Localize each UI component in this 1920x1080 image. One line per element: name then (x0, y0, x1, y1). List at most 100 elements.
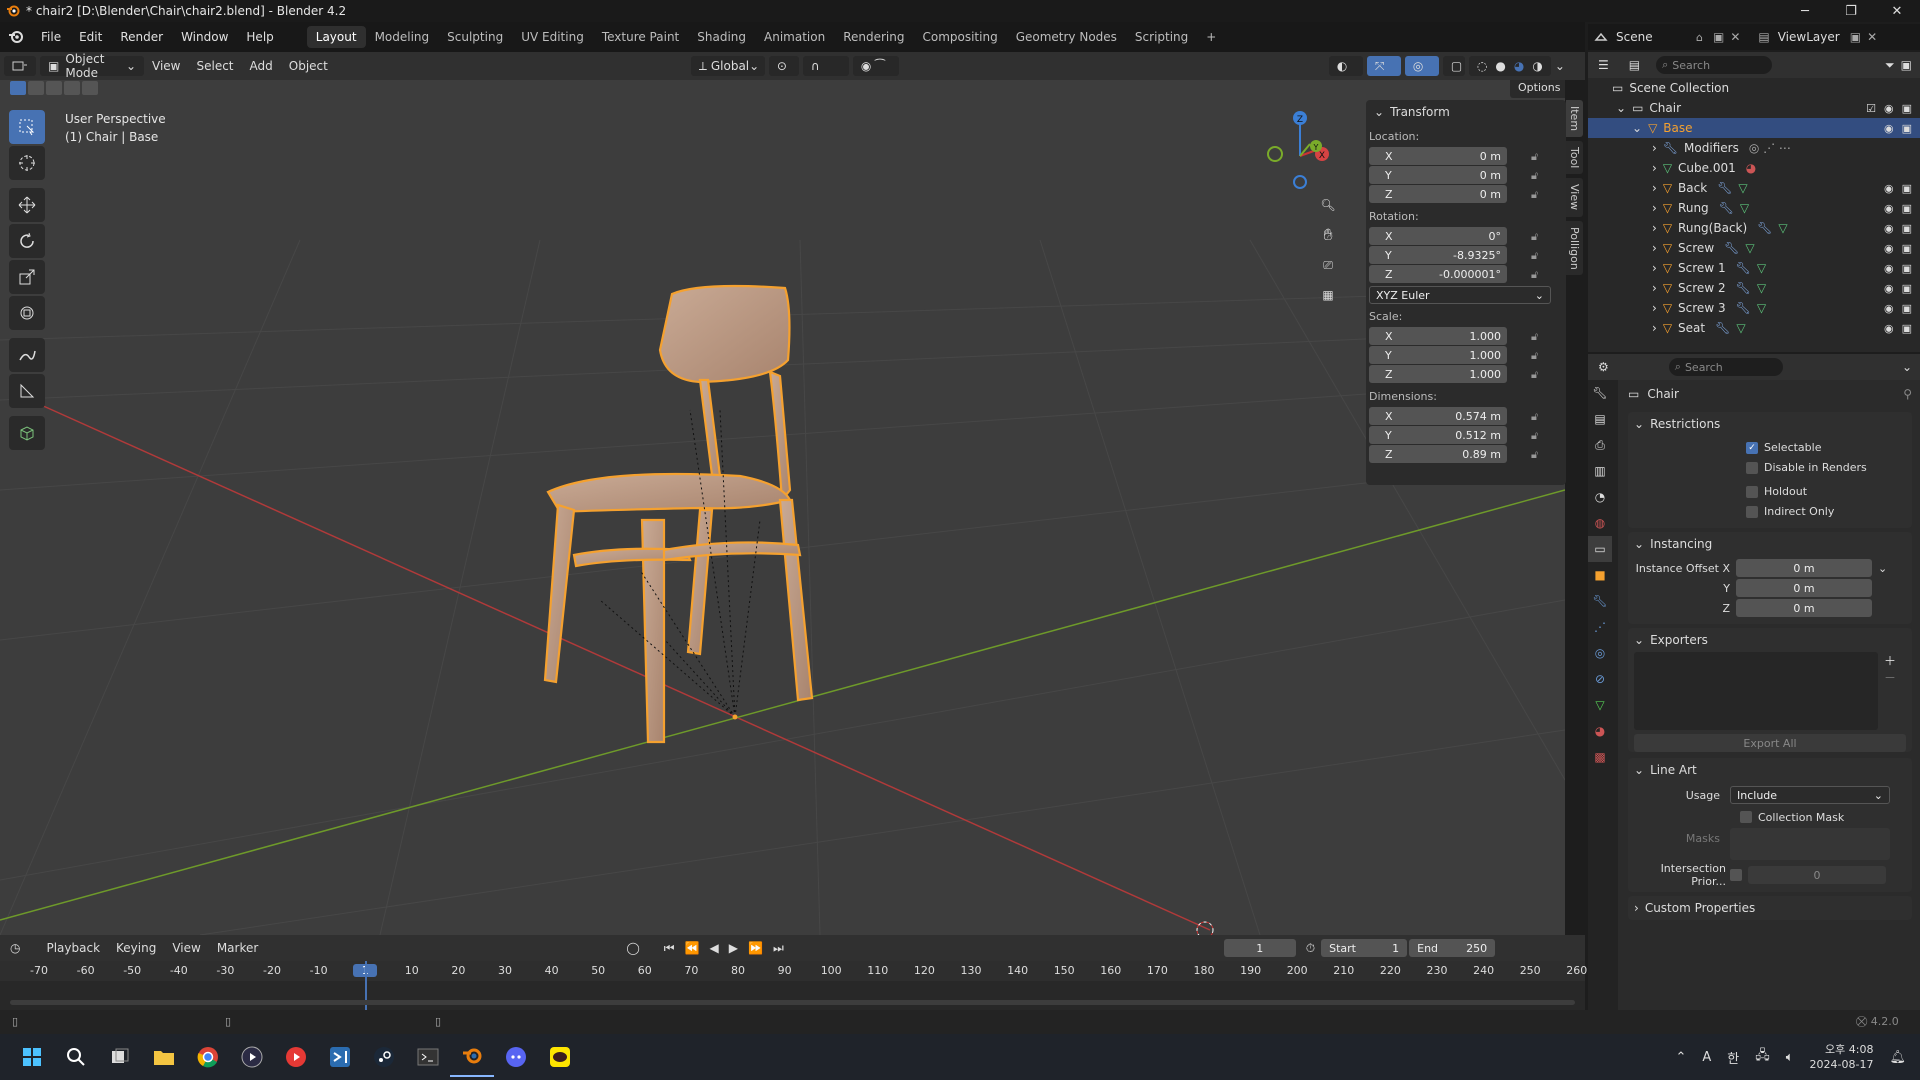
close-button[interactable]: ✕ (1874, 0, 1920, 22)
network-icon[interactable]: 🖧︎ (1755, 1046, 1770, 1068)
display-mode-icon[interactable]: ▤ (1629, 58, 1640, 72)
camera-icon[interactable]: ▣ (1902, 222, 1912, 235)
scale-tool[interactable] (9, 260, 45, 294)
outliner-child-item[interactable]: › ▽ Rung(Back) 🔧︎ ▽ ◉ ▣ (1588, 218, 1920, 238)
object-properties-icon[interactable]: ■ (1588, 562, 1612, 588)
outliner-child-item[interactable]: › ▽ Screw 🔧︎ ▽ ◉ ▣ (1588, 238, 1920, 258)
constraints-properties-icon[interactable]: ⊘ (1588, 666, 1612, 692)
modifier-wrench-icon[interactable]: 🔧︎ (1736, 281, 1751, 295)
tab-texture-paint[interactable]: Texture Paint (593, 26, 688, 48)
camera-icon[interactable]: ▣ (1902, 122, 1912, 135)
lock-icon[interactable]: 🔓︎ (1531, 410, 1545, 424)
scale-x-field[interactable]: X 1.000 (1369, 327, 1507, 345)
rendered-shading-icon[interactable]: ◑ (1532, 59, 1542, 73)
tab-layout[interactable]: Layout (306, 26, 366, 48)
custom-properties-header[interactable]: › Custom Properties (1628, 896, 1912, 920)
select-intersect-icon[interactable] (82, 81, 98, 95)
location-z-field[interactable]: Z 0 m (1369, 185, 1507, 203)
lock-icon[interactable]: 🔓︎ (1531, 368, 1545, 382)
tool-properties-icon[interactable]: 🔧︎ (1588, 380, 1612, 406)
timeline-menu-marker[interactable]: Marker (209, 941, 266, 955)
start-frame-field[interactable]: Start 1 (1321, 939, 1408, 957)
menu-edit[interactable]: Edit (70, 26, 111, 48)
wireframe-shading-icon[interactable]: ◌ (1477, 59, 1487, 73)
eye-icon[interactable]: ◉ (1884, 282, 1894, 295)
pan-hand-icon[interactable]: ✋︎ (1313, 220, 1343, 250)
outliner-child-item[interactable]: › ▽ Seat 🔧︎ ▽ ◉ ▣ (1588, 318, 1920, 338)
mesh-data-icon[interactable]: ▽ (1738, 181, 1747, 195)
rotate-tool[interactable] (9, 224, 45, 258)
rotation-z-field[interactable]: Z -0.000001° (1369, 265, 1507, 283)
collection-properties-icon[interactable]: ▭ (1588, 536, 1612, 562)
render-properties-icon[interactable]: ▤ (1588, 406, 1612, 432)
select-subtract-icon[interactable] (46, 81, 62, 95)
outliner-child-item[interactable]: › ▽ Back 🔧︎ ▽ ◉ ▣ (1588, 178, 1920, 198)
viewport-menu-view[interactable]: View (144, 59, 188, 73)
camera-icon[interactable]: ▣ (1902, 182, 1912, 195)
dimensions-z-field[interactable]: Z 0.89 m (1369, 445, 1507, 463)
camera-view-icon[interactable]: ⎚ (1313, 250, 1343, 280)
tab-geometry-nodes[interactable]: Geometry Nodes (1007, 26, 1126, 48)
lock-icon[interactable]: 🔓︎ (1531, 150, 1545, 164)
eye-icon[interactable]: ◉ (1884, 302, 1894, 315)
timeline-scrollbar[interactable] (10, 1000, 1575, 1005)
mesh-data-icon[interactable]: ▽ (1740, 201, 1749, 215)
modifier-wrench-icon[interactable]: 🔧︎ (1724, 241, 1739, 255)
windows-start-icon[interactable] (10, 1037, 54, 1077)
jump-end-icon[interactable]: ⏭ (773, 941, 784, 956)
rotation-y-field[interactable]: Y -8.9325° (1369, 246, 1507, 264)
taskbar-search-icon[interactable] (54, 1037, 98, 1077)
new-view-layer-icon[interactable]: ▣ (1850, 30, 1861, 44)
lock-icon[interactable]: 🔓︎ (1531, 448, 1545, 462)
scale-z-field[interactable]: Z 1.000 (1369, 365, 1507, 383)
frame-ruler[interactable]: -70 -60 -50 -40 -30 -20 -10 110 20 30 40 50 60 70 80 90… (0, 961, 1587, 981)
dimensions-y-field[interactable]: Y 0.512 m (1369, 426, 1507, 444)
outliner-scene-collection[interactable]: ▭ Scene Collection (1588, 78, 1920, 98)
lock-icon[interactable]: 🔓︎ (1531, 188, 1545, 202)
select-invert-icon[interactable] (64, 81, 80, 95)
tab-uv-editing[interactable]: UV Editing (512, 26, 593, 48)
particles-properties-icon[interactable]: ⋰ (1588, 614, 1612, 640)
checkbox-icon[interactable]: ☑ (1866, 102, 1876, 115)
outliner-item-base[interactable]: ⌄ ▽ Base ◉ ▣ (1588, 118, 1920, 138)
media-player-icon[interactable] (230, 1037, 274, 1077)
tab-compositing[interactable]: Compositing (913, 26, 1006, 48)
camera-icon[interactable]: ▣ (1902, 282, 1912, 295)
exporters-header[interactable]: ⌄ Exporters (1628, 628, 1912, 652)
dimensions-x-field[interactable]: X 0.574 m (1369, 407, 1507, 425)
notification-bell-icon[interactable]: 🔔︎ (1889, 1050, 1906, 1065)
filter-icon[interactable]: ⏷ (1885, 58, 1895, 73)
lock-icon[interactable]: 🔓︎ (1531, 230, 1545, 244)
scene-properties-icon[interactable]: ◔ (1588, 484, 1612, 510)
minimize-button[interactable]: ─ (1782, 0, 1828, 22)
pivot-dropdown[interactable]: ⊙ (768, 56, 799, 76)
holdout-checkbox[interactable]: Holdout (1746, 482, 1912, 502)
eye-icon[interactable]: ◉ (1884, 222, 1894, 235)
tab-view[interactable]: View (1566, 178, 1583, 217)
outliner-editor-icon[interactable]: ☰ (1598, 58, 1609, 72)
lock-icon[interactable]: 🔓︎ (1531, 268, 1545, 282)
next-keyframe-icon[interactable]: ⏩ (748, 941, 763, 955)
chevron-down-icon[interactable]: ⌄ (1902, 360, 1912, 374)
location-x-field[interactable]: X 0 m (1369, 147, 1507, 165)
properties-editor-icon[interactable]: ⚙ (1598, 360, 1609, 374)
discord-icon[interactable] (494, 1037, 538, 1077)
modifier-properties-icon[interactable]: 🔧︎ (1588, 588, 1612, 614)
delete-view-layer-icon[interactable]: ✕ (1867, 30, 1877, 44)
scale-y-field[interactable]: Y 1.000 (1369, 346, 1507, 364)
restrictions-header[interactable]: ⌄ Restrictions (1628, 412, 1912, 436)
intersection-priority-field[interactable]: 0 (1748, 866, 1886, 884)
camera-icon[interactable]: ▣ (1902, 322, 1912, 335)
ime-mode-label[interactable]: A (1702, 1050, 1711, 1065)
outliner-child-item[interactable]: › 🔧︎ Modifiers ◎ ⋰ ⋯ (1588, 138, 1920, 158)
visual-studio-icon[interactable] (318, 1037, 362, 1077)
physics-properties-icon[interactable]: ◎ (1588, 640, 1612, 666)
tray-overflow-icon[interactable]: ⌃ (1675, 1050, 1686, 1065)
outliner-child-item[interactable]: › ▽ Screw 1 🔧︎ ▽ ◉ ▣ (1588, 258, 1920, 278)
chevron-down-icon[interactable]: ⌄ (1555, 59, 1565, 73)
cursor-tool[interactable] (9, 146, 45, 180)
delete-scene-icon[interactable]: ✕ (1730, 30, 1740, 44)
material-shading-icon[interactable]: ◕ (1514, 59, 1524, 73)
timeline-menu-playback[interactable]: Playback (38, 941, 108, 955)
orientation-dropdown[interactable]: ⟂ Global ⌄ (690, 56, 765, 76)
